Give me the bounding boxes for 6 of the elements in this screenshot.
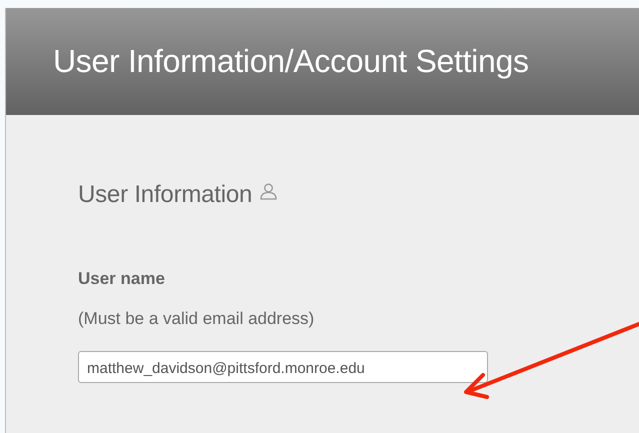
field-hint: (Must be a valid email address) bbox=[78, 309, 316, 330]
page-title: User Information/Account Settings bbox=[53, 43, 529, 80]
user-icon bbox=[260, 182, 278, 200]
field-label: User name bbox=[78, 269, 166, 290]
section-heading: User Information bbox=[78, 181, 252, 209]
email-input[interactable]: matthew_davidson@pittsford.monroe.edu bbox=[78, 351, 488, 383]
